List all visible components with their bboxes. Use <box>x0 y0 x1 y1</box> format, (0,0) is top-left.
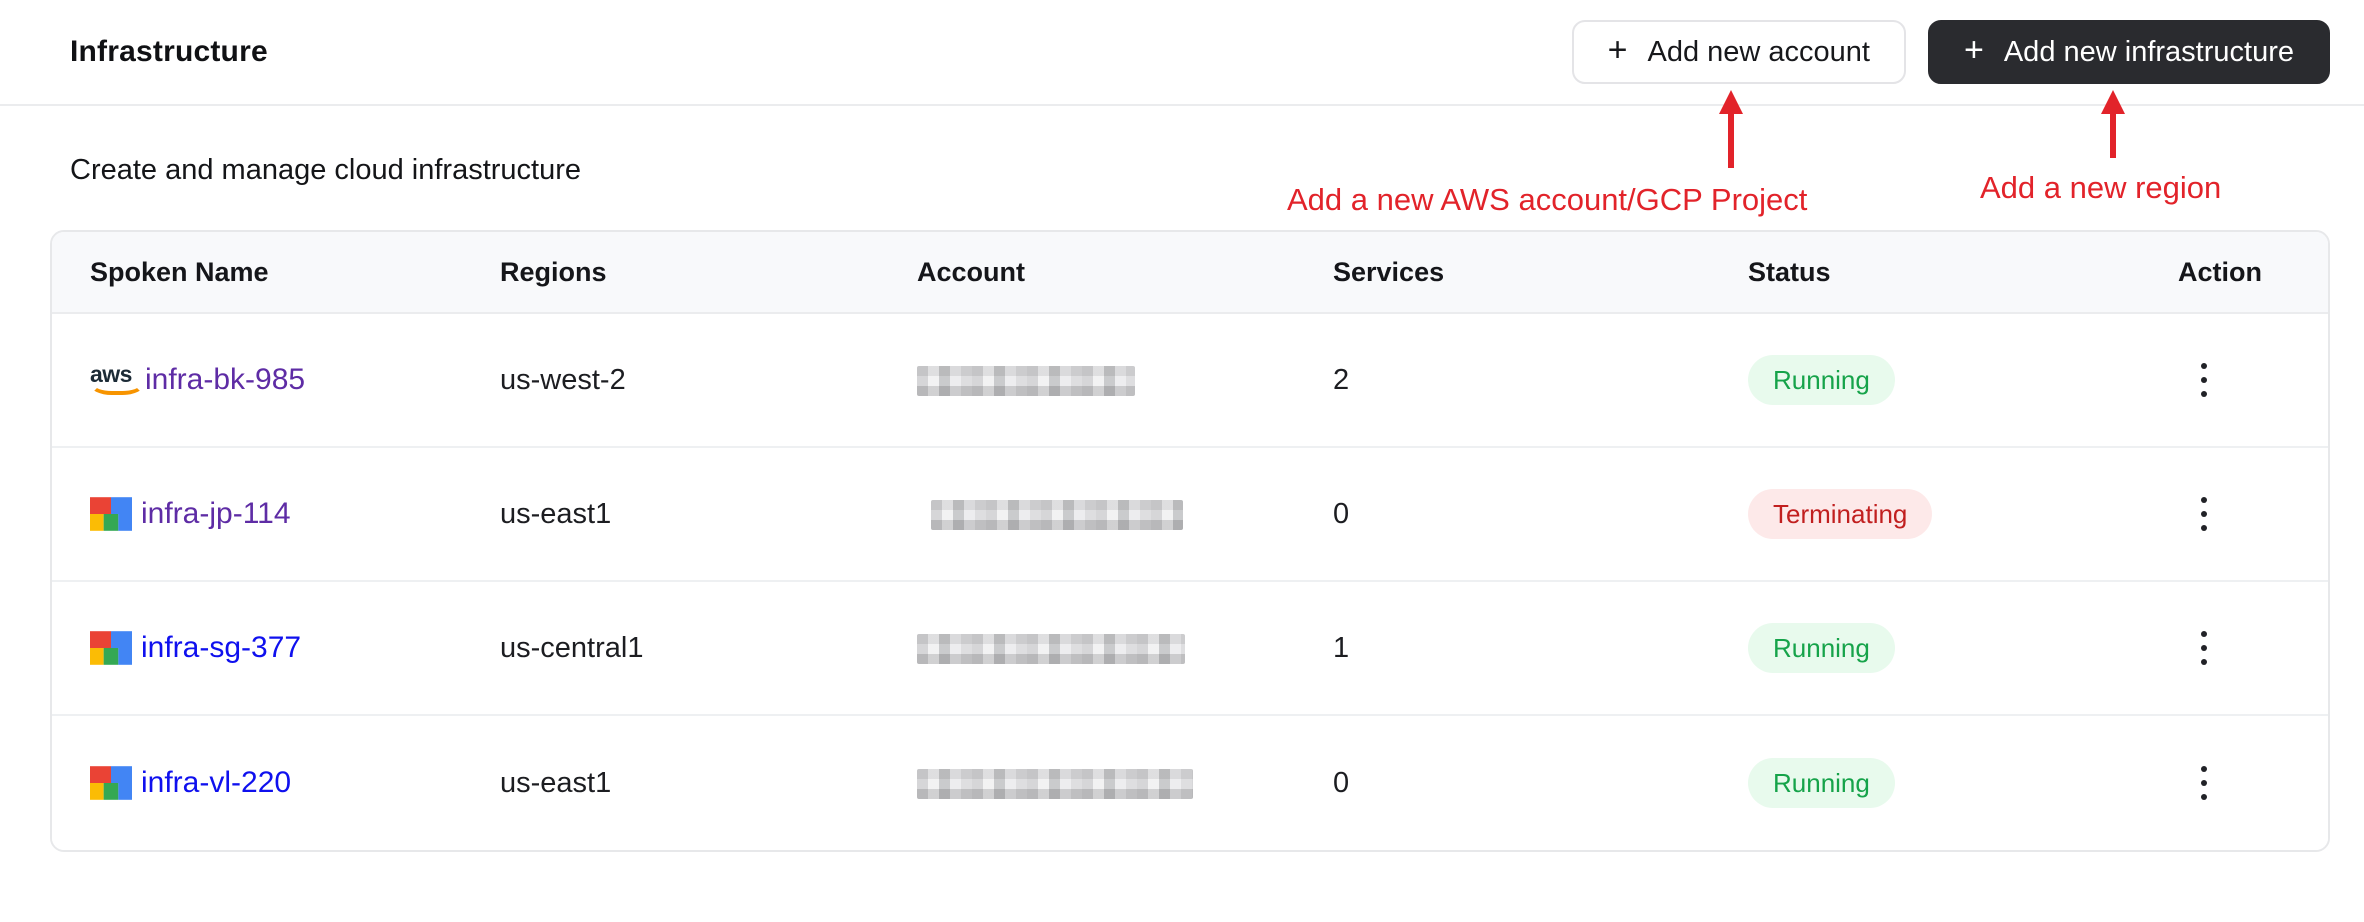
account-cell <box>879 498 1295 531</box>
redacted-account-value <box>917 365 1135 396</box>
gcp-icon <box>90 766 132 800</box>
column-header-regions: Regions <box>500 256 607 287</box>
kebab-menu-icon[interactable] <box>2190 489 2218 539</box>
status-badge: Running <box>1748 355 1895 405</box>
account-cell <box>879 364 1295 397</box>
table-row: aws <box>52 716 2328 850</box>
kebab-menu-icon[interactable] <box>2190 355 2218 405</box>
column-header-spoken-name: Spoken Name <box>90 256 269 287</box>
spoken-name-cell: aws <box>52 631 462 665</box>
annotation-arrow-up-icon <box>2110 112 2116 158</box>
annotation-account-note: Add a new AWS account/GCP Project <box>1287 182 1808 217</box>
page-header: Infrastructure Add new account Add new i… <box>0 0 2364 106</box>
region-cell: us-west-2 <box>500 363 626 396</box>
kebab-menu-icon[interactable] <box>2190 623 2218 673</box>
redacted-account-value <box>917 633 1185 664</box>
table-body: aws infra-bk-985 us-west-2 2 Running inf… <box>52 314 2328 850</box>
column-header-services: Services <box>1333 256 1445 287</box>
account-cell <box>879 767 1295 800</box>
spoken-name-cell: aws <box>52 363 462 397</box>
status-cell: Running <box>1710 758 2140 808</box>
column-header-account: Account <box>917 256 1025 287</box>
action-cell <box>2140 758 2328 808</box>
status-cell: Running <box>1710 623 2140 673</box>
column-header-action: Action <box>2178 256 2262 287</box>
annotation-region-note: Add a new region <box>1980 170 2222 205</box>
plus-icon <box>1964 33 1984 67</box>
gcp-icon <box>90 497 132 531</box>
services-cell: 2 <box>1333 363 1350 396</box>
status-cell: Terminating <box>1710 489 2140 539</box>
plus-icon <box>1608 33 1628 67</box>
add-account-button[interactable]: Add new account <box>1571 20 1906 84</box>
table-header-row: Spoken Name Regions Account Services Sta… <box>52 232 2328 314</box>
services-cell: 1 <box>1333 631 1350 664</box>
action-cell <box>2140 489 2328 539</box>
add-account-label: Add new account <box>1647 35 1870 68</box>
column-header-status: Status <box>1748 256 1831 287</box>
table-row: aws <box>52 314 2328 448</box>
region-cell: us-east1 <box>500 497 612 530</box>
spoken-name-cell: aws <box>52 497 462 531</box>
aws-icon: aws <box>90 363 144 397</box>
spoken-name-cell: aws <box>52 766 462 800</box>
page-title: Infrastructure <box>70 35 268 68</box>
services-cell: 0 <box>1333 766 1350 799</box>
status-badge: Running <box>1748 758 1895 808</box>
annotation-arrow-up-icon <box>1728 112 1734 168</box>
add-infrastructure-label: Add new infrastructure <box>2003 35 2294 68</box>
region-cell: us-central1 <box>500 631 644 664</box>
action-cell <box>2140 623 2328 673</box>
page-subtitle: Create and manage cloud infrastructure <box>70 154 582 186</box>
infrastructure-link[interactable]: infra-bk-985 <box>145 363 305 397</box>
infrastructure-table: Spoken Name Regions Account Services Sta… <box>50 230 2330 852</box>
infrastructure-link[interactable]: infra-jp-114 <box>141 497 291 531</box>
account-cell <box>879 632 1295 665</box>
add-infrastructure-button[interactable]: Add new infrastructure <box>1927 20 2330 84</box>
redacted-account-value <box>931 499 1183 530</box>
infrastructure-link[interactable]: infra-sg-377 <box>141 631 301 665</box>
table-row: aws <box>52 582 2328 716</box>
gcp-icon <box>90 631 132 665</box>
status-badge: Terminating <box>1748 489 1933 539</box>
region-cell: us-east1 <box>500 766 612 799</box>
header-toolbar: Add new account Add new infrastructure <box>1571 20 2330 84</box>
table-row: aws <box>52 448 2328 582</box>
kebab-menu-icon[interactable] <box>2190 758 2218 808</box>
action-cell <box>2140 355 2328 405</box>
status-cell: Running <box>1710 355 2140 405</box>
infrastructure-link[interactable]: infra-vl-220 <box>141 766 291 800</box>
status-badge: Running <box>1748 623 1895 673</box>
services-cell: 0 <box>1333 497 1350 530</box>
redacted-account-value <box>917 768 1193 799</box>
